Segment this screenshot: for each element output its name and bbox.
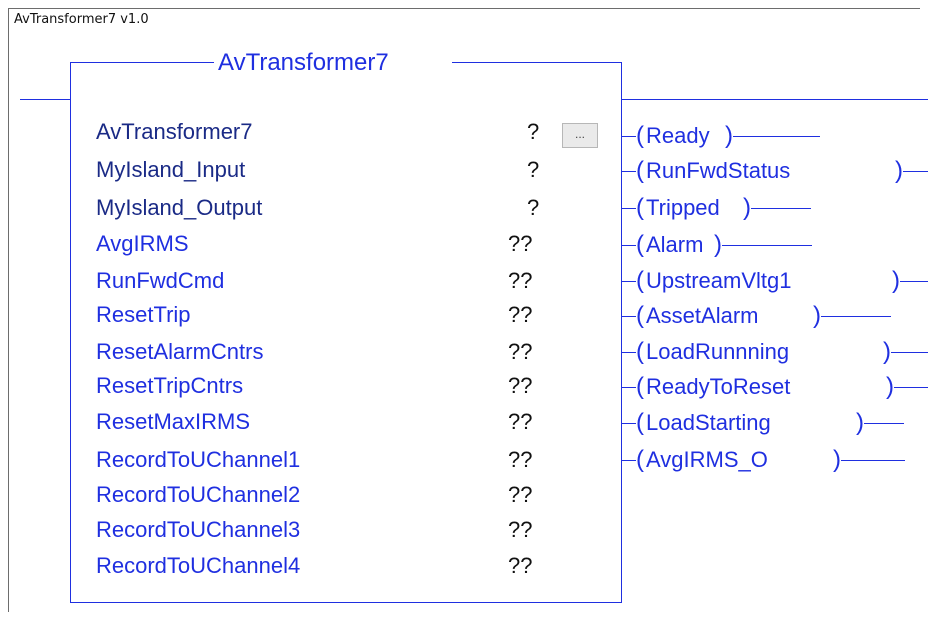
coil-close-paren: ) [714,231,722,258]
coil-label-alarm: Alarm [646,232,704,257]
coil-open-paren: ( [636,409,644,436]
coil-open-paren: ( [636,373,644,400]
browse-ellipsis-button[interactable]: ... [562,123,598,148]
coil-close-paren: ) [883,338,891,365]
rung-wire-left [20,99,70,100]
block-top-border-left [70,62,214,63]
param-name-resetalarmcntrs[interactable]: ResetAlarmCntrs [96,339,263,365]
param-value-recordtouchannel1[interactable]: ?? [508,447,532,473]
coil-wire-out [891,352,928,353]
coil-label-loadstarting: LoadStarting [646,410,771,435]
coil-open-paren: ( [636,267,644,294]
coil-open-paren: ( [636,446,644,473]
block-top-border-right [452,62,622,63]
param-name-island-input[interactable]: MyIsland_Input [96,157,245,183]
coil-close-paren: ) [743,194,751,221]
coil-open-paren: ( [636,157,644,184]
block-title: AvTransformer7 [218,49,389,76]
param-name-resetmaxirms[interactable]: ResetMaxIRMS [96,409,250,435]
param-name-recordtouchannel4[interactable]: RecordToUChannel4 [96,553,300,579]
coil-wire-out [821,316,891,317]
param-value-recordtouchannel4[interactable]: ?? [508,553,532,579]
rung-wire-right [622,99,928,100]
param-name-recordtouchannel2[interactable]: RecordToUChannel2 [96,482,300,508]
coil-wire-out [864,423,904,424]
param-value-resetmaxirms[interactable]: ?? [508,409,532,435]
coil-label-assetalarm: AssetAlarm [646,303,759,328]
coil-close-paren: ) [892,267,900,294]
coil-open-paren: ( [636,194,644,221]
coil-close-paren: ) [833,446,841,473]
param-name-aoi[interactable]: AvTransformer7 [96,119,253,145]
coil-alarm[interactable]: ( Alarm ) [622,232,928,258]
coil-wire-out [841,460,905,461]
param-value-avgirms[interactable]: ?? [508,231,532,257]
coil-close-paren: ) [813,302,821,329]
coil-wire-in [622,460,636,461]
param-value-island-input[interactable]: ? [527,157,539,183]
coil-open-paren: ( [636,122,644,149]
coil-open-paren: ( [636,338,644,365]
coil-label-ready: Ready [646,123,710,148]
coil-upstreamvltg1[interactable]: ( UpstreamVltg1 ) [622,268,928,294]
coil-label-runfwdstatus: RunFwdStatus [646,158,791,183]
coil-wire-in [622,136,636,137]
coil-loadrunnning[interactable]: ( LoadRunnning ) [622,339,928,365]
coil-wire-out [900,281,928,282]
coil-assetalarm[interactable]: ( AssetAlarm ) [622,303,928,329]
param-name-island-output[interactable]: MyIsland_Output [96,195,262,221]
param-value-runfwdcmd[interactable]: ?? [508,268,532,294]
param-value-recordtouchannel2[interactable]: ?? [508,482,532,508]
coil-wire-in [622,208,636,209]
coil-label-loadrunnning: LoadRunnning [646,339,790,364]
param-value-resetalarmcntrs[interactable]: ?? [508,339,532,365]
coil-wire-out [903,171,928,172]
coil-wire-in [622,245,636,246]
param-name-runfwdcmd[interactable]: RunFwdCmd [96,268,224,294]
coil-label-upstreamvltg1: UpstreamVltg1 [646,268,792,293]
coil-ready[interactable]: ( Ready ) [622,123,928,149]
coil-readytoreset[interactable]: ( ReadyToReset ) [622,374,928,400]
coil-close-paren: ) [856,409,864,436]
coil-close-paren: ) [886,373,894,400]
coil-close-paren: ) [895,157,903,184]
coil-runfwdstatus[interactable]: ( RunFwdStatus ) [622,158,928,184]
instruction-caption: AvTransformer7 v1.0 [14,12,149,27]
coil-wire-in [622,281,636,282]
param-name-resettrip[interactable]: ResetTrip [96,302,191,328]
param-name-resettripcntrs[interactable]: ResetTripCntrs [96,373,243,399]
param-value-resettrip[interactable]: ?? [508,302,532,328]
coil-tripped[interactable]: ( Tripped ) [622,195,928,221]
param-value-recordtouchannel3[interactable]: ?? [508,517,532,543]
coil-label-readytoreset: ReadyToReset [646,374,791,399]
coil-open-paren: ( [636,302,644,329]
coil-avgirms-o[interactable]: ( AvgIRMS_O ) [622,447,928,473]
coil-wire-out [722,245,812,246]
coil-label-tripped: Tripped [646,195,720,220]
coil-wire-out [751,208,811,209]
coil-wire-in [622,387,636,388]
coil-close-paren: ) [725,122,733,149]
param-value-aoi[interactable]: ? [527,119,539,145]
param-name-recordtouchannel3[interactable]: RecordToUChannel3 [96,517,300,543]
coil-wire-in [622,171,636,172]
coil-open-paren: ( [636,231,644,258]
coil-label-avgirms-o: AvgIRMS_O [646,447,768,472]
coil-wire-out [733,136,820,137]
coil-wire-in [622,316,636,317]
param-name-recordtouchannel1[interactable]: RecordToUChannel1 [96,447,300,473]
coil-loadstarting[interactable]: ( LoadStarting ) [622,410,928,436]
coil-wire-in [622,352,636,353]
param-value-island-output[interactable]: ? [527,195,539,221]
coil-wire-out [894,387,928,388]
param-value-resettripcntrs[interactable]: ?? [508,373,532,399]
param-name-avgirms[interactable]: AvgIRMS [96,231,189,257]
coil-wire-in [622,423,636,424]
